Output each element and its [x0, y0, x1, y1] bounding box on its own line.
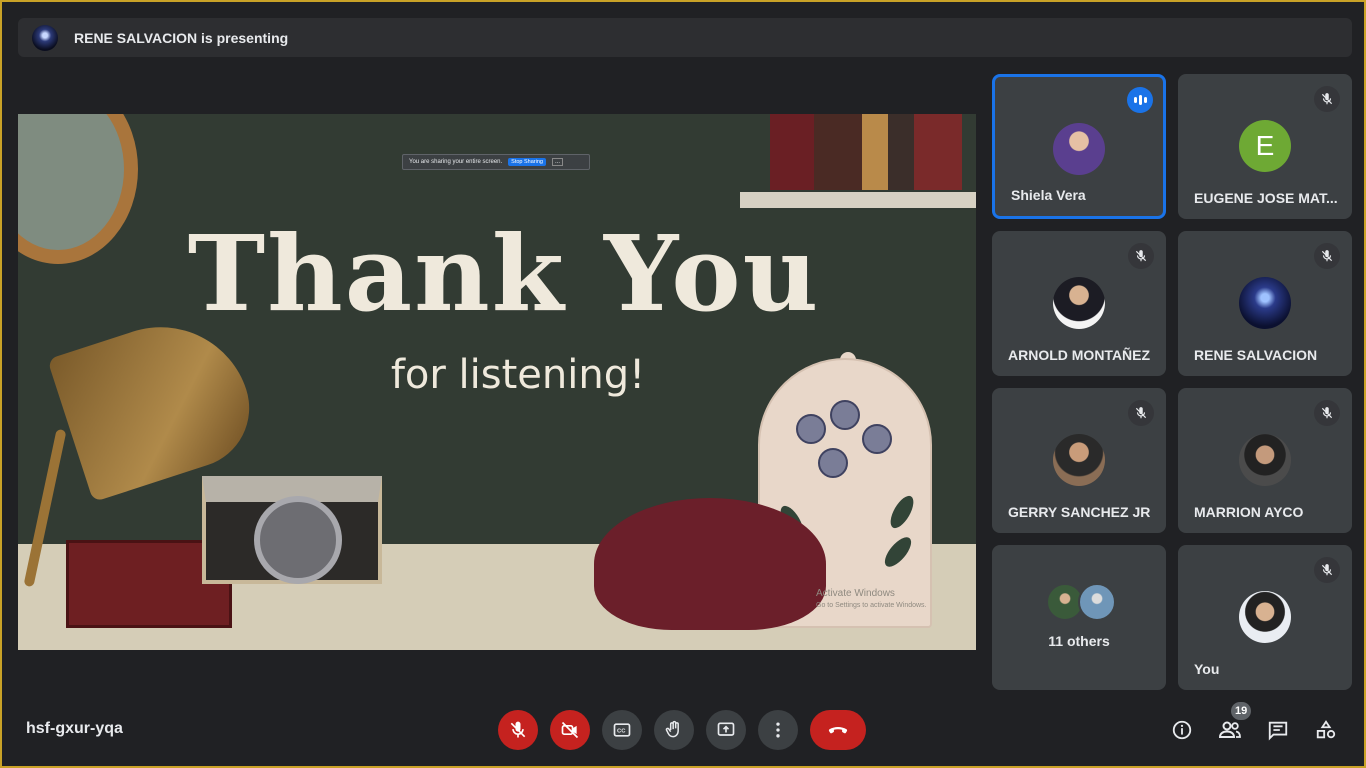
presenting-label: RENE SALVACION is presenting	[74, 29, 289, 46]
participant-name: MARRION AYCO	[1194, 504, 1304, 520]
avatar	[1239, 591, 1291, 643]
avatar	[1239, 434, 1291, 486]
camera-off-icon	[561, 721, 579, 739]
camera-lens-illustration	[254, 496, 342, 584]
camera-toggle-button[interactable]	[550, 710, 590, 750]
mic-off-icon	[1314, 400, 1340, 426]
participant-tile[interactable]: ARNOLD MONTAÑEZ	[992, 231, 1166, 376]
avatar	[1239, 277, 1291, 329]
slide-subtitle: for listening!	[390, 352, 646, 398]
screen-share-notice: You are sharing your entire screen. Stop…	[402, 154, 590, 170]
participant-name: EUGENE JOSE MAT...	[1194, 190, 1338, 206]
more-options-button[interactable]	[758, 710, 798, 750]
activities-button[interactable]	[1310, 714, 1342, 746]
participant-name: ARNOLD MONTAÑEZ	[1008, 347, 1151, 363]
mic-off-icon	[1314, 557, 1340, 583]
mic-toggle-button[interactable]	[498, 710, 538, 750]
others-tile[interactable]: 11 others	[992, 545, 1166, 690]
activate-windows-watermark: Activate Windows Go to Settings to activ…	[816, 588, 927, 612]
presenting-bar: RENE SALVACION is presenting	[18, 18, 1352, 57]
speaking-indicator-icon	[1127, 87, 1153, 113]
mic-off-icon	[510, 721, 526, 738]
flower-illustration	[862, 424, 892, 454]
present-button[interactable]	[706, 710, 746, 750]
watermark-title: Activate Windows	[816, 588, 895, 599]
svg-text:CC: CC	[617, 729, 626, 735]
more-options-icon	[776, 722, 780, 738]
mic-off-icon	[1128, 400, 1154, 426]
participant-name: Shiela Vera	[1011, 187, 1086, 203]
mic-off-icon	[1314, 243, 1340, 269]
info-icon	[1172, 720, 1192, 740]
participant-tile[interactable]: E EUGENE JOSE MAT...	[1178, 74, 1352, 219]
activities-icon	[1316, 720, 1336, 739]
mic-off-icon	[1128, 243, 1154, 269]
people-count-badge: 19	[1231, 702, 1252, 720]
share-notice-text: You are sharing your entire screen.	[409, 159, 503, 165]
participant-tile[interactable]: Shiela Vera	[992, 74, 1166, 219]
mirror-illustration	[18, 114, 138, 264]
participant-name: GERRY SANCHEZ JR	[1008, 504, 1151, 520]
participant-tile[interactable]: MARRION AYCO	[1178, 388, 1352, 533]
participant-name: RENE SALVACION	[1194, 347, 1318, 363]
share-more-button[interactable]: ...	[551, 158, 563, 166]
others-avatars	[1046, 583, 1116, 623]
people-icon	[1218, 721, 1241, 738]
raise-hand-button[interactable]	[654, 710, 694, 750]
presenter-avatar	[32, 24, 58, 51]
flower-illustration	[796, 414, 826, 444]
chat-icon	[1268, 721, 1288, 741]
avatar: E	[1239, 120, 1291, 172]
meeting-code: hsf-gxur-yqa	[26, 720, 123, 737]
participant-tile[interactable]: GERRY SANCHEZ JR	[992, 388, 1166, 533]
captions-icon: CC	[613, 723, 631, 737]
captions-button[interactable]: CC	[602, 710, 642, 750]
avatar	[1053, 277, 1105, 329]
mic-off-icon	[1314, 86, 1340, 112]
shared-screen[interactable]: You are sharing your entire screen. Stop…	[18, 114, 976, 650]
flower-illustration	[818, 448, 848, 478]
avatar	[1078, 583, 1116, 621]
participant-tile[interactable]: RENE SALVACION	[1178, 231, 1352, 376]
flower-illustration	[830, 400, 860, 430]
avatar	[1053, 434, 1105, 486]
self-tile[interactable]: You	[1178, 545, 1352, 690]
meeting-details-button[interactable]	[1166, 714, 1198, 746]
leave-call-button[interactable]	[810, 710, 866, 750]
books-illustration	[770, 114, 962, 190]
avatar	[1053, 123, 1105, 175]
stop-sharing-button[interactable]: Stop Sharing	[508, 158, 546, 166]
present-screen-icon	[717, 722, 735, 736]
shelf-illustration	[740, 192, 976, 208]
raise-hand-icon	[665, 720, 679, 738]
chat-button[interactable]	[1262, 714, 1294, 746]
watermark-subtitle: Go to Settings to activate Windows.	[816, 602, 927, 609]
end-call-icon	[828, 727, 848, 734]
participant-name: You	[1194, 661, 1220, 677]
beret-illustration	[594, 498, 826, 630]
slide-title: Thank You	[187, 212, 821, 335]
others-count-label: 11 others	[1048, 633, 1110, 649]
